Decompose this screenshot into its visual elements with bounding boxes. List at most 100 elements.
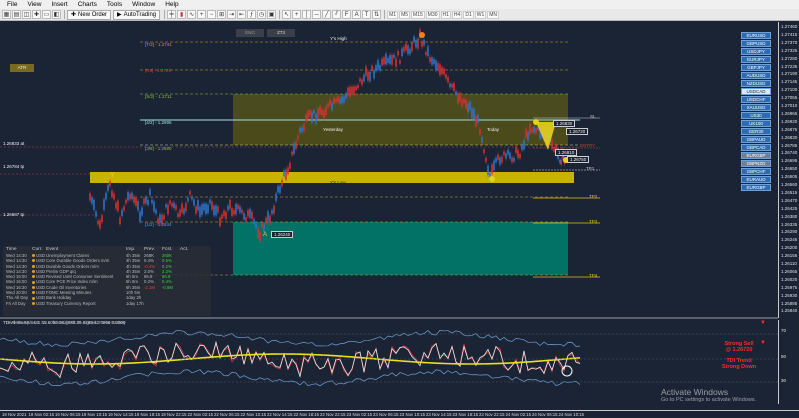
trendline-icon[interactable]: ╱ (322, 10, 332, 19)
candle-body (283, 170, 285, 177)
symbol-button[interactable]: EURAUD (741, 176, 771, 183)
indicators-icon[interactable]: ƒ (247, 10, 257, 19)
candle-body (197, 200, 199, 211)
crosshair-icon[interactable]: + (292, 10, 302, 19)
pivot-label: [3/8] - 1.2680 (145, 146, 172, 151)
tile-windows-icon[interactable]: ⊞ (217, 10, 227, 19)
text-icon[interactable]: A (352, 10, 362, 19)
label-icon[interactable]: T (362, 10, 372, 19)
timeframe-h4[interactable]: H4 (451, 10, 463, 19)
autoscroll-icon[interactable]: ⇥ (227, 10, 237, 19)
menu-help[interactable]: Help (160, 1, 183, 8)
cursor-icon[interactable]: ↖ (282, 10, 292, 19)
periods-icon[interactable]: ◷ (257, 10, 267, 19)
candle-body (560, 160, 562, 165)
zoom-in-icon[interactable]: + (197, 10, 207, 19)
candle-body (327, 103, 329, 108)
candle-body (551, 139, 553, 149)
pivot-label: [1/2] - 1.2634 (145, 222, 172, 227)
candle-body (199, 206, 201, 218)
impact-dot-icon (32, 285, 35, 289)
candle-body (469, 101, 471, 110)
menu-view[interactable]: View (22, 1, 46, 8)
price-chart[interactable]: Y A (0, 22, 778, 410)
menu-window[interactable]: Window (127, 1, 160, 8)
price-axis[interactable]: 1.27460 1.27415 1.27370 1.27325 1.27280 1.272… (778, 22, 799, 318)
candle-body (103, 199, 105, 210)
menu-insert[interactable]: Insert (46, 1, 72, 8)
menu-file[interactable]: File (2, 1, 22, 8)
symbol-button[interactable]: EURGBP (741, 152, 771, 159)
candlestick-icon[interactable]: ▮ (177, 10, 187, 19)
chart-window[interactable]: Y A ENG Z73 ATR Y's High Y's Low Yesterd… (0, 22, 799, 410)
candle-body (163, 215, 165, 220)
candle-body (201, 204, 203, 215)
indicator-axis[interactable]: 70 50 30 (778, 320, 799, 404)
symbol-button[interactable]: USDCHF (741, 96, 771, 103)
candle-body (265, 217, 267, 224)
timeframe-m5[interactable]: M5 (399, 10, 411, 19)
symbol-button[interactable]: GBPCHF (741, 168, 771, 175)
new-chart-icon[interactable]: ▦ (2, 10, 11, 19)
symbol-button[interactable]: XAUUSD (741, 104, 771, 111)
line-chart-icon[interactable]: ∿ (187, 10, 197, 19)
candle-body (495, 157, 497, 163)
symbol-button[interactable]: EURGBP (741, 184, 771, 191)
arrows-icon[interactable]: ⇅ (372, 10, 382, 19)
symbol-button[interactable]: GBPJPY (741, 64, 771, 71)
time-axis[interactable]: 18 Nov 2021 19 Nov 02:15 19 Nov 06:15 19 No… (0, 410, 799, 418)
bar-chart-icon[interactable]: ╪ (167, 10, 177, 19)
market-watch-icon[interactable]: ◫ (22, 10, 31, 19)
new-order-button[interactable]: ✚ New Order (67, 9, 112, 20)
timeframe-d1[interactable]: D1 (463, 10, 474, 19)
timeframe-m15[interactable]: M15 (411, 10, 425, 19)
menu-charts[interactable]: Charts (73, 1, 102, 8)
fibonacci-icon[interactable]: F (342, 10, 352, 19)
toolbar-separator (384, 10, 386, 19)
tab-z73[interactable]: Z73 (267, 29, 295, 37)
symbol-button[interactable]: GBPNZD (741, 160, 771, 167)
vertical-line-icon[interactable]: │ (302, 10, 312, 19)
navigator-icon[interactable]: ✚ (32, 10, 41, 19)
candle-body (145, 197, 147, 204)
profiles-icon[interactable]: ▤ (12, 10, 21, 19)
symbol-button[interactable]: USDJPY (741, 48, 771, 55)
tab-eng[interactable]: ENG (236, 29, 264, 37)
channel-icon[interactable]: ⫽ (332, 10, 342, 19)
symbol-button[interactable]: UK100 (741, 120, 771, 127)
autotrading-button[interactable]: ▶ AutoTrading (113, 9, 161, 20)
candle-body (479, 129, 481, 135)
symbol-button[interactable]: USDCAD (741, 88, 771, 95)
timeframe-mn[interactable]: MN (487, 10, 500, 19)
candle-body (285, 169, 287, 180)
symbol-button[interactable]: AUDUSD (741, 72, 771, 79)
candle-body (147, 199, 149, 205)
symbol-button[interactable]: GBPUSD (741, 40, 771, 47)
news-rows: Wed 14:30 USD Unemployment Claims 4h 35m 268… (3, 253, 211, 306)
toolbar-separator (64, 10, 65, 19)
timeframe-w1[interactable]: W1 (474, 10, 487, 19)
zoom-out-icon[interactable]: − (207, 10, 217, 19)
price-tick-label: 1.26245 (781, 237, 798, 243)
menu-tools[interactable]: Tools (102, 1, 127, 8)
timeframe-m1[interactable]: M1 (387, 10, 399, 19)
templates-icon[interactable]: ▣ (267, 10, 277, 19)
candle-body (363, 74, 365, 82)
symbol-button[interactable]: EURJPY (741, 56, 771, 63)
candle-body (339, 98, 341, 104)
symbol-button[interactable]: EURUSD (741, 32, 771, 39)
symbol-button[interactable]: NZDUSD (741, 80, 771, 87)
candle-body (533, 126, 535, 133)
candle-body (441, 67, 443, 74)
symbol-button[interactable]: US30 (741, 112, 771, 119)
horizontal-line-icon[interactable]: ─ (312, 10, 322, 19)
candle-body (439, 64, 441, 76)
symbol-button[interactable]: GER30 (741, 128, 771, 135)
terminal-icon[interactable]: ▭ (42, 10, 51, 19)
timeframe-h1[interactable]: H1 (440, 10, 451, 19)
symbol-button[interactable]: GBPCAD (741, 144, 771, 151)
chart-shift-icon[interactable]: ⇤ (237, 10, 247, 19)
tester-icon[interactable]: ◧ (52, 10, 61, 19)
symbol-button[interactable]: GBPAUD (741, 136, 771, 143)
timeframe-m30[interactable]: M30 (425, 10, 440, 19)
